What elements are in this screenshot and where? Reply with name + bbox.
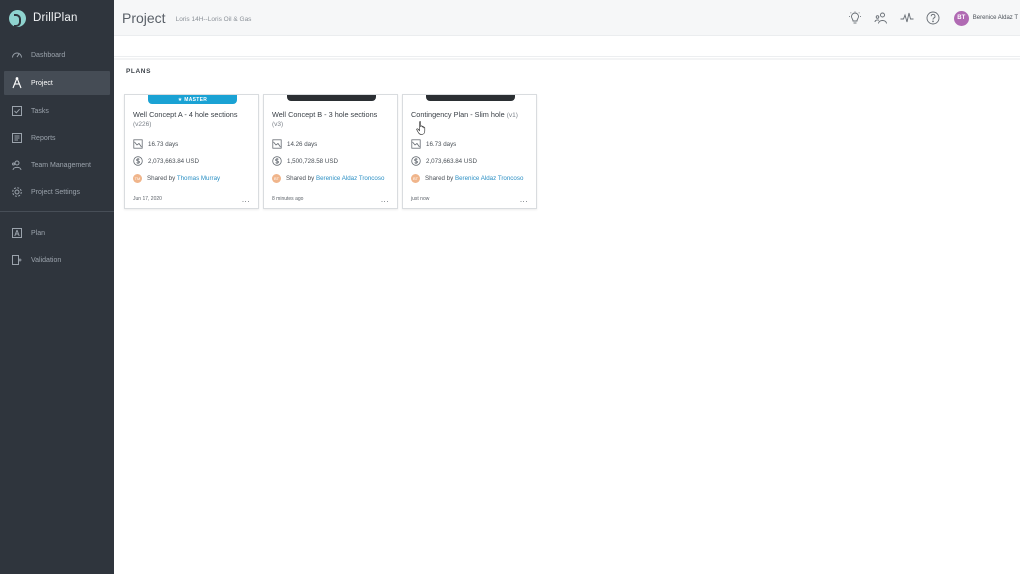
shared-prefix: Shared by [286,175,316,182]
sidebar: DrillPlan Dashboard Project Tasks Report… [0,0,114,574]
sidebar-item-project[interactable]: Project [4,71,110,95]
gauge-icon [12,52,22,58]
more-options-button[interactable]: ... [381,196,389,204]
sidebar-item-label: Team Management [31,161,91,169]
plan-date: Jun 17, 2020 [133,196,162,202]
sharer-avatar: TM [133,174,142,183]
shared-text: Shared by Berenice Aldaz Troncoso [425,175,523,183]
sidebar-divider [0,211,114,212]
plan-title: Well Concept A - 4 hole sections (v226) [133,110,252,129]
sub-toolbar [114,37,1020,57]
more-options-button[interactable]: ... [242,196,250,204]
plan-card[interactable]: ★ MASTER Well Concept A - 4 hole section… [124,94,259,209]
report-icon [12,133,22,143]
brand[interactable]: DrillPlan [0,0,114,36]
section-title: PLANS [126,68,152,75]
top-header: Project Loris 14H--Loris Oil & Gas BT Be… [114,0,1020,36]
sidebar-item-tasks[interactable]: Tasks [0,100,114,122]
drillplan-logo-icon [9,9,26,27]
plan-version: (v226) [133,121,152,128]
timeline-chart-icon [133,139,143,149]
user-avatar[interactable]: BT [953,10,969,26]
gear-icon [12,187,22,197]
plan-shared-by: TM Shared by Thomas Murray [133,174,252,183]
people-icon[interactable] [874,11,888,25]
sidebar-item-team-management[interactable]: Team Management [0,154,114,176]
help-icon[interactable] [926,11,940,25]
cost-value: 1,500,728.58 USD [287,157,338,165]
checkbox-icon [12,106,22,116]
shared-prefix: Shared by [147,175,177,182]
sidebar-item-label: Tasks [31,107,49,115]
plan-duration: 16.73 days [411,139,456,149]
sharer-link[interactable]: Berenice Aldaz Troncoso [316,175,384,182]
page-title: Project [122,9,166,26]
plan-version: (v3) [272,121,284,128]
user-name[interactable]: Berenice Aldaz T [973,15,1018,21]
sidebar-item-label: Dashboard [31,51,66,59]
plan-shared-by: BT Shared by Berenice Aldaz Troncoso [272,174,391,183]
sharer-link[interactable]: Thomas Murray [177,175,220,182]
shared-prefix: Shared by [425,175,455,182]
card-tab [426,95,515,101]
sidebar-item-label: Project Settings [31,188,81,196]
plan-cost: 2,073,663.84 USD [411,156,477,166]
sidebar-item-label: Reports [31,134,56,142]
plan-duration: 16.73 days [133,139,178,149]
sidebar-item-plan[interactable]: Plan [0,222,114,244]
more-options-button[interactable]: ... [520,196,528,204]
plan-title: Contingency Plan - Slim hole (v1) [411,110,530,120]
sidebar-nav: Dashboard Project Tasks Reports Team Man… [0,44,114,203]
cost-value: 2,073,663.84 USD [426,157,477,165]
sidebar-item-label: Project [31,79,53,87]
sharer-link[interactable]: Berenice Aldaz Troncoso [455,175,523,182]
dollar-icon [272,156,282,166]
duration-value: 16.73 days [426,140,457,148]
compass-icon [12,77,22,89]
dollar-icon [411,156,421,166]
cost-value: 2,073,663.84 USD [148,157,199,165]
duration-value: 16.73 days [148,140,179,148]
plan-icon [12,228,22,238]
plan-date: just now [411,196,430,202]
team-icon [12,160,22,171]
master-badge: ★ MASTER [148,95,237,104]
dollar-icon [133,156,143,166]
plan-title-text: Well Concept A - 4 hole sections [133,110,238,119]
sharer-avatar: BT [411,174,420,183]
project-subtitle[interactable]: Loris 14H--Loris Oil & Gas [176,16,252,23]
sidebar-item-label: Plan [31,229,46,237]
plan-card[interactable]: Contingency Plan - Slim hole (v1) 16.73 … [402,94,537,209]
card-tab [287,95,376,101]
sidebar-item-project-settings[interactable]: Project Settings [0,181,114,203]
plan-title-text: Contingency Plan - Slim hole [411,110,505,119]
shared-text: Shared by Thomas Murray [147,175,220,183]
sidebar-item-reports[interactable]: Reports [0,127,114,149]
sub-toolbar-divider [114,58,1020,60]
sharer-avatar: BT [272,174,281,183]
plan-duration: 14.26 days [272,139,317,149]
plan-shared-by: BT Shared by Berenice Aldaz Troncoso [411,174,530,183]
sidebar-nav-secondary: Plan Validation [0,222,114,271]
plan-title-text: Well Concept B - 3 hole sections [272,110,378,119]
timeline-chart-icon [411,139,421,149]
plan-card[interactable]: Well Concept B - 3 hole sections (v3) 14… [263,94,398,209]
sidebar-item-validation[interactable]: Validation [0,249,114,271]
validation-icon [12,255,22,265]
activity-icon[interactable] [900,11,914,25]
shared-text: Shared by Berenice Aldaz Troncoso [286,175,384,183]
hand-cursor-icon [416,121,426,135]
timeline-chart-icon [272,139,282,149]
plan-version: (v1) [506,112,518,119]
brand-name: DrillPlan [33,12,78,24]
sidebar-item-label: Validation [31,256,62,264]
plan-title: Well Concept B - 3 hole sections (v3) [272,110,391,129]
plan-date: 8 minutes ago [272,196,304,202]
duration-value: 14.26 days [287,140,318,148]
plan-cost: 1,500,728.58 USD [272,156,338,166]
plan-cost: 2,073,663.84 USD [133,156,199,166]
lightbulb-icon[interactable] [848,11,862,25]
header-actions: BT Berenice Aldaz T [848,0,1020,36]
sidebar-item-dashboard[interactable]: Dashboard [0,44,114,66]
